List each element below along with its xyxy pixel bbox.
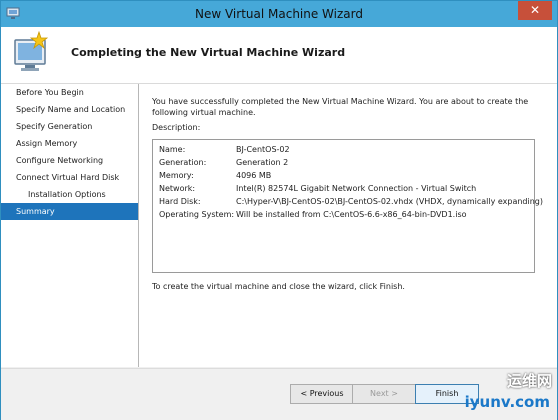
previous-button[interactable]: < Previous — [290, 384, 354, 404]
step-summary[interactable]: Summary — [1, 203, 138, 220]
detail-value: Generation 2 — [236, 158, 289, 167]
window-title: New Virtual Machine Wizard — [195, 7, 363, 21]
detail-key: Hard Disk: — [159, 197, 201, 206]
wizard-window: New Virtual Machine Wizard ✕ Completing … — [0, 0, 558, 420]
step-configure-networking[interactable]: Configure Networking — [1, 152, 138, 169]
description-label: Description: — [152, 123, 201, 132]
watermark-text-cn: 运维网 — [506, 372, 552, 390]
wizard-header: Completing the New Virtual Machine Wizar… — [1, 27, 557, 84]
finish-instruction: To create the virtual machine and close … — [152, 282, 405, 291]
summary-panel: You have successfully completed the New … — [139, 84, 557, 367]
detail-value: BJ-CentOS-02 — [236, 145, 290, 154]
next-button[interactable]: Next > — [352, 384, 416, 404]
step-before-you-begin[interactable]: Before You Begin — [1, 84, 138, 101]
detail-value: 4096 MB — [236, 171, 272, 180]
new-vm-wizard-icon — [9, 30, 57, 78]
close-icon: ✕ — [529, 3, 541, 17]
detail-key: Network: — [159, 184, 196, 193]
detail-key: Name: — [159, 145, 186, 154]
wizard-steps-nav: Before You Begin Specify Name and Locati… — [1, 84, 139, 367]
detail-key: Memory: — [159, 171, 194, 180]
intro-text: You have successfully completed the New … — [152, 97, 529, 117]
detail-key: Operating System: — [159, 210, 235, 219]
detail-value: Will be installed from C:\CentOS-6.6-x86… — [236, 210, 467, 219]
step-specify-name-location[interactable]: Specify Name and Location — [1, 101, 138, 118]
detail-value: Intel(R) 82574L Gigabit Network Connecti… — [236, 184, 477, 193]
page-title: Completing the New Virtual Machine Wizar… — [71, 46, 346, 59]
close-button[interactable]: ✕ — [518, 1, 552, 20]
step-connect-virtual-hard-disk[interactable]: Connect Virtual Hard Disk — [1, 169, 138, 186]
detail-key: Generation: — [159, 158, 207, 167]
detail-value: C:\Hyper-V\BJ-CentOS-02\BJ-CentOS-02.vhd… — [236, 197, 543, 206]
site-watermark: 运维网 iyunv.com — [456, 368, 558, 420]
step-assign-memory[interactable]: Assign Memory — [1, 135, 138, 152]
step-specify-generation[interactable]: Specify Generation — [1, 118, 138, 135]
step-installation-options[interactable]: Installation Options — [1, 186, 138, 203]
description-box[interactable]: Name: BJ-CentOS-02 Generation: Generatio… — [152, 139, 543, 273]
title-bar[interactable]: New Virtual Machine Wizard ✕ — [1, 1, 557, 27]
watermark-text-url: iyunv.com — [464, 393, 550, 411]
